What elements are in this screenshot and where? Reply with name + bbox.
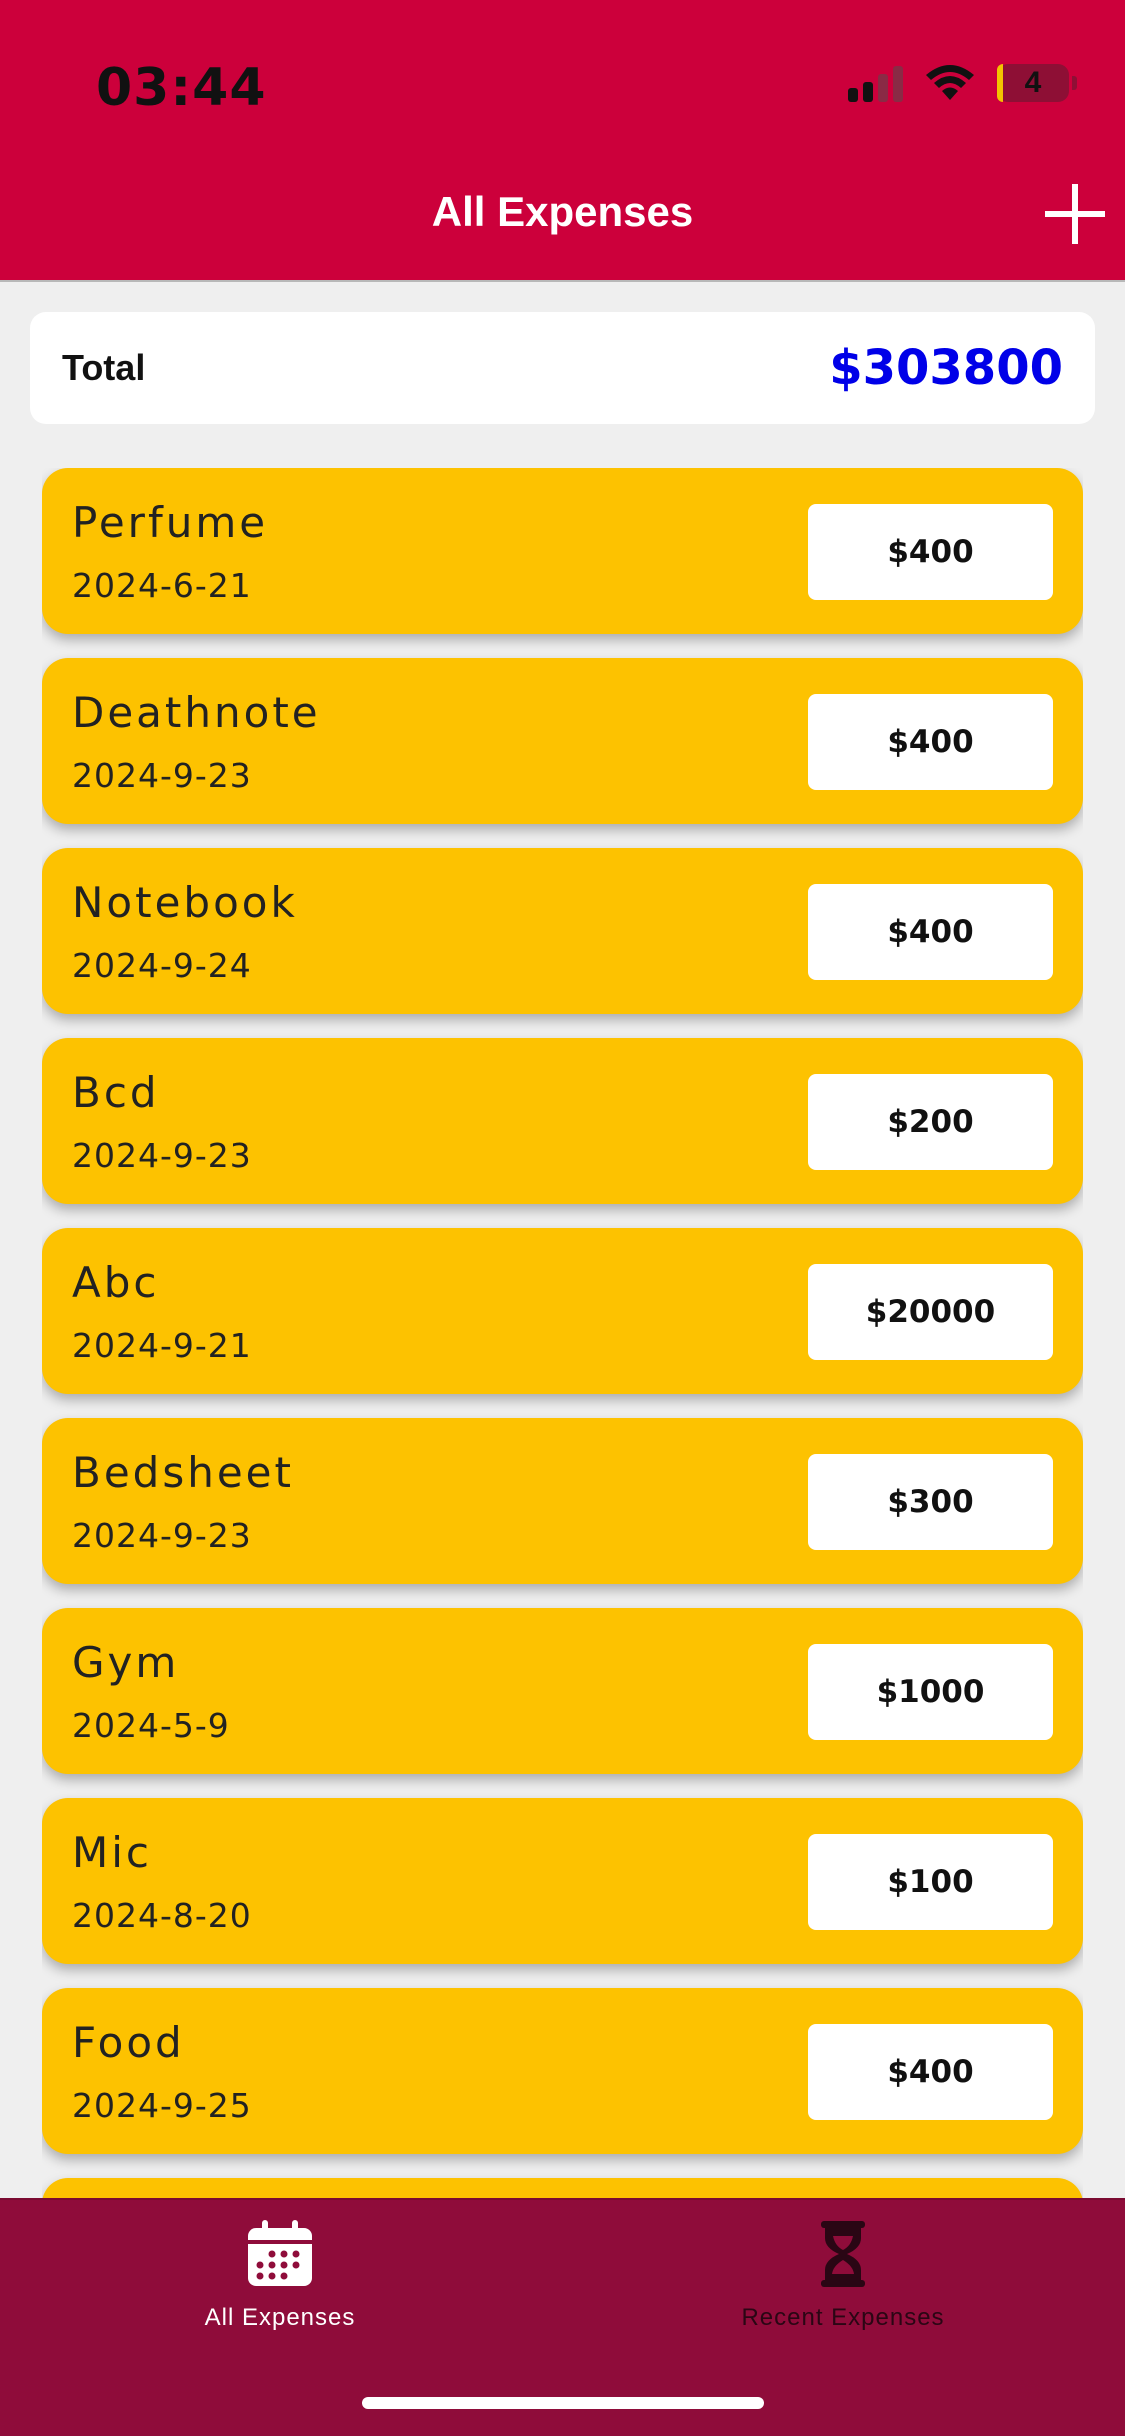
- tab-label: All Expenses: [204, 2304, 356, 2331]
- expense-date: 2024-5-9: [72, 1706, 230, 1745]
- tab-label: Recent Expenses: [741, 2304, 945, 2331]
- total-summary-card: Total $303800: [30, 312, 1095, 424]
- expense-amount: $20000: [808, 1264, 1053, 1360]
- plus-icon[interactable]: [1043, 182, 1107, 246]
- calendar-icon: [248, 2220, 312, 2286]
- expense-amount: $400: [808, 694, 1053, 790]
- expense-name: Food: [72, 2018, 185, 2067]
- expense-date: 2024-9-24: [72, 946, 252, 985]
- expense-amount: $200: [808, 1074, 1053, 1170]
- expense-name: Deathnote: [72, 688, 321, 737]
- expense-item[interactable]: Bedsheet 2024-9-23 $300: [42, 1418, 1083, 1584]
- expense-item[interactable]: Abc 2024-9-21 $20000: [42, 1228, 1083, 1394]
- expense-name: Gym: [72, 1638, 180, 1687]
- expense-amount: $400: [808, 504, 1053, 600]
- home-indicator: [362, 2397, 764, 2409]
- cellular-signal-icon: [848, 64, 903, 102]
- tab-all-expenses[interactable]: All Expenses: [80, 2220, 480, 2360]
- expense-date: 2024-9-23: [72, 1136, 252, 1175]
- wifi-icon: [926, 65, 974, 100]
- expense-amount: $100: [808, 1834, 1053, 1930]
- tab-recent-expenses[interactable]: Recent Expenses: [643, 2220, 1043, 2360]
- expense-amount: $400: [808, 2024, 1053, 2120]
- expense-item[interactable]: Food 2024-9-25 $400: [42, 1988, 1083, 2154]
- expense-name: Perfume: [72, 498, 269, 547]
- expense-amount: $300: [808, 1454, 1053, 1550]
- battery-level: 4: [1024, 66, 1042, 99]
- expense-name: Mic: [72, 1828, 152, 1877]
- expense-date: 2024-9-23: [72, 756, 252, 795]
- expense-item-partial[interactable]: [42, 2178, 1083, 2198]
- expense-date: 2024-6-21: [72, 566, 252, 605]
- expense-name: Bcd: [72, 1068, 160, 1117]
- expense-name: Notebook: [72, 878, 298, 927]
- status-icons: 4: [848, 64, 1077, 102]
- total-value: $303800: [829, 340, 1063, 396]
- status-time: 03:44: [96, 58, 267, 118]
- expense-item[interactable]: Perfume 2024-6-21 $400: [42, 468, 1083, 634]
- expense-date: 2024-9-23: [72, 1516, 252, 1555]
- expense-name: Bedsheet: [72, 1448, 294, 1497]
- expense-list[interactable]: Perfume 2024-6-21 $400 Deathnote 2024-9-…: [42, 468, 1083, 2198]
- total-label: Total: [62, 347, 146, 388]
- expense-item[interactable]: Bcd 2024-9-23 $200: [42, 1038, 1083, 1204]
- page-title: All Expenses: [431, 188, 694, 235]
- expense-item[interactable]: Mic 2024-8-20 $100: [42, 1798, 1083, 1964]
- expense-date: 2024-9-25: [72, 2086, 252, 2125]
- expense-amount: $1000: [808, 1644, 1053, 1740]
- expense-item[interactable]: Deathnote 2024-9-23 $400: [42, 658, 1083, 824]
- expense-item[interactable]: Notebook 2024-9-24 $400: [42, 848, 1083, 1014]
- battery-icon: 4: [997, 64, 1077, 102]
- expense-item[interactable]: Gym 2024-5-9 $1000: [42, 1608, 1083, 1774]
- expense-amount: $400: [808, 884, 1053, 980]
- expense-name: Abc: [72, 1258, 160, 1307]
- hourglass-icon: [821, 2221, 865, 2287]
- app-header: 03:44 4 All Expenses: [0, 0, 1125, 282]
- expense-date: 2024-8-20: [72, 1896, 252, 1935]
- expense-date: 2024-9-21: [72, 1326, 252, 1365]
